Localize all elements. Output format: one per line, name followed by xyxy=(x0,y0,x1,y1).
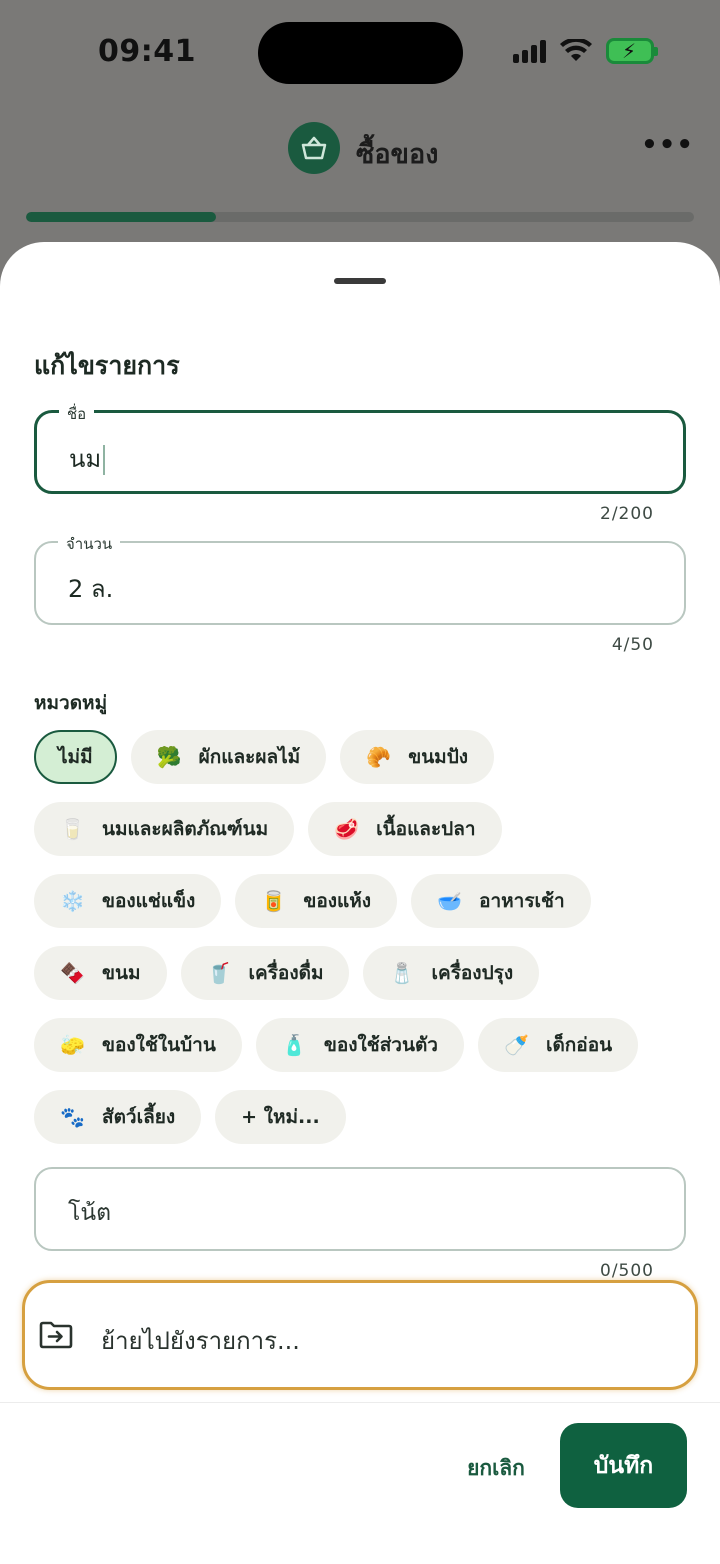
croissant-icon: 🥐 xyxy=(366,745,392,769)
status-time: 09:41 xyxy=(98,34,196,69)
add-category-chip[interactable]: + ใหม่... xyxy=(215,1090,346,1144)
bowl-icon: 🥣 xyxy=(437,889,462,913)
category-chip-none[interactable]: ไม่มี xyxy=(34,730,117,784)
category-chip-drinks[interactable]: 🥤 เครื่องดื่ม xyxy=(180,946,350,1000)
can-icon: 🥫 xyxy=(261,889,287,913)
shopping-progress-bar xyxy=(26,212,694,222)
signal-icon xyxy=(513,39,546,63)
milk-glass-icon: 🥛 xyxy=(60,817,85,841)
quantity-counter: 4/50 xyxy=(611,635,654,655)
battery-icon: ⚡ xyxy=(606,38,658,64)
more-icon[interactable]: ••• xyxy=(641,130,694,160)
category-chip-pets[interactable]: 🐾 สัตว์เลี้ยง xyxy=(34,1090,202,1144)
quantity-field-value[interactable]: 2 ล. xyxy=(68,569,113,608)
edit-item-sheet: แก้ไขรายการ ชื่อ นม 2/200 จำนวน 2 ล. 4/5… xyxy=(0,242,720,1564)
paw-icon: 🐾 xyxy=(60,1105,85,1129)
name-field-label: ชื่อ xyxy=(59,402,95,426)
basket-icon xyxy=(288,122,340,174)
text-cursor xyxy=(103,445,106,475)
category-chip-breakfast[interactable]: 🥣 อาหารเช้า xyxy=(411,874,591,928)
category-chip-baby[interactable]: 🍼 เด็กอ่อน xyxy=(477,1018,639,1072)
app-header: ซื้อของ ••• xyxy=(0,120,720,180)
name-field-value[interactable]: นม xyxy=(69,439,106,478)
status-icons: ⚡ xyxy=(513,38,658,64)
cancel-button[interactable]: ยกเลิก xyxy=(446,1446,546,1490)
lotion-bottle-icon: 🧴 xyxy=(281,1033,307,1057)
progress-fill xyxy=(26,212,217,222)
move-to-list-label: ย้ายไปยังรายการ... xyxy=(101,1327,300,1355)
category-chip-frozen[interactable]: ❄️ ของแช่แข็ง xyxy=(34,874,222,928)
quantity-field-label: จำนวน xyxy=(58,532,121,556)
category-chip-dairy[interactable]: 🥛 นมและผลิตภัณฑ์นม xyxy=(34,802,295,856)
wifi-icon xyxy=(560,39,592,61)
note-field[interactable]: โน้ต xyxy=(34,1167,686,1251)
snowflake-icon: ❄️ xyxy=(60,889,85,913)
category-chip-condiments[interactable]: 🧂 เครื่องปรุง xyxy=(363,946,540,1000)
category-chip-produce[interactable]: 🥦 ผักและผลไม้ xyxy=(130,730,327,784)
sheet-title: แก้ไขรายการ xyxy=(34,351,180,380)
category-chip-snacks[interactable]: 🍫 ขนม xyxy=(34,946,167,1000)
dynamic-island xyxy=(258,22,463,84)
note-counter: 0/500 xyxy=(600,1261,654,1281)
name-counter: 2/200 xyxy=(600,504,654,524)
divider xyxy=(0,1402,720,1403)
category-chip-meat-fish[interactable]: 🥩 เนื้อและปลา xyxy=(308,802,502,856)
folder-move-icon xyxy=(39,1321,73,1349)
chocolate-icon: 🍫 xyxy=(60,961,85,985)
category-chip-personal-care[interactable]: 🧴 ของใช้ส่วนตัว xyxy=(255,1018,464,1072)
sponge-icon: 🧽 xyxy=(60,1033,85,1057)
category-chip-household[interactable]: 🧽 ของใช้ในบ้าน xyxy=(34,1018,242,1072)
app-title: ซื้อของ xyxy=(356,139,439,170)
note-field-placeholder: โน้ต xyxy=(68,1200,112,1226)
category-chip-bread[interactable]: 🥐 ขนมปัง xyxy=(340,730,495,784)
move-to-list-button[interactable]: ย้ายไปยังรายการ... xyxy=(22,1280,698,1390)
quantity-field[interactable]: จำนวน 2 ล. xyxy=(34,532,686,625)
broccoli-icon: 🥦 xyxy=(156,745,182,769)
salt-shaker-icon: 🧂 xyxy=(389,961,415,985)
meat-icon: 🥩 xyxy=(334,817,360,841)
save-button[interactable]: บันทึก xyxy=(560,1423,687,1508)
baby-bottle-icon: 🍼 xyxy=(503,1033,529,1057)
category-label: หมวดหมู่ xyxy=(34,692,108,714)
sheet-drag-handle[interactable] xyxy=(334,278,386,284)
name-field[interactable]: ชื่อ นม xyxy=(34,402,686,494)
drink-cup-icon: 🥤 xyxy=(206,961,232,985)
category-chip-dry-goods[interactable]: 🥫 ของแห้ง xyxy=(235,874,398,928)
